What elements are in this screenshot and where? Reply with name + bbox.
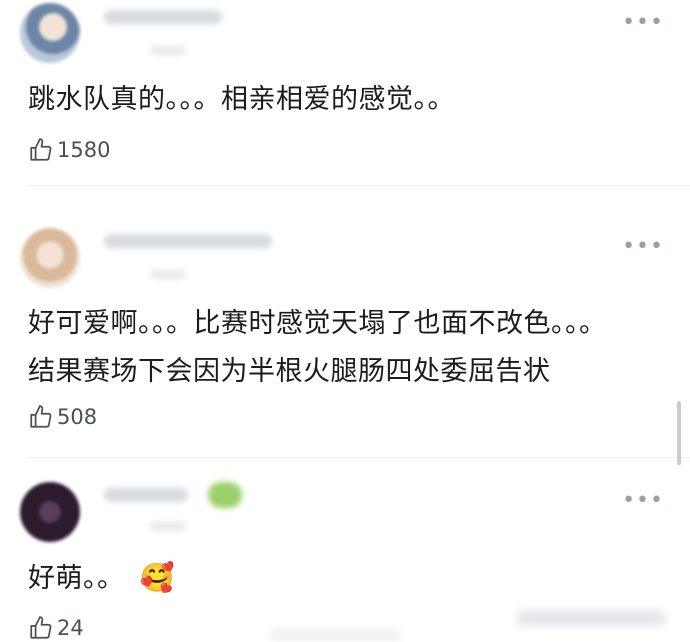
- footer-blur: [270, 630, 400, 640]
- avatar[interactable]: [20, 228, 80, 288]
- username[interactable]: [104, 488, 188, 502]
- smiling-hearts-emoji: 🥰: [139, 561, 175, 594]
- comment-line: 结果赛场下会因为半根火腿肠四处委屈告状: [28, 356, 551, 387]
- comment-text: 好可爱啊。。。比赛时感觉天塌了也面不改色。。。 结果赛场下会因为半根火腿肠四处委…: [28, 302, 607, 394]
- like-button[interactable]: 1580: [28, 136, 110, 164]
- like-button[interactable]: 508: [28, 403, 97, 431]
- comment-text: 好萌。。 🥰: [28, 556, 175, 601]
- more-dots-icon[interactable]: •••: [622, 236, 664, 258]
- comment-line: 好萌。。: [28, 563, 125, 594]
- comment-line: 好可爱啊。。。比赛时感觉天塌了也面不改色。。。: [28, 308, 607, 339]
- user-badge: [208, 482, 242, 508]
- post-meta: [150, 522, 186, 531]
- comment-1: ••• 跳水队真的。。。相亲相爱的感觉。。 1580: [0, 0, 690, 186]
- username[interactable]: [104, 234, 272, 248]
- username[interactable]: [104, 10, 222, 24]
- comment-text: 跳水队真的。。。相亲相爱的感觉。。: [28, 78, 455, 122]
- like-count: 24: [57, 616, 84, 640]
- scrollbar[interactable]: [677, 401, 681, 465]
- avatar[interactable]: [20, 482, 80, 542]
- comment-line: 跳水队真的。。。相亲相爱的感觉。。: [28, 84, 455, 115]
- like-button[interactable]: 24: [28, 614, 84, 642]
- post-meta: [150, 270, 186, 279]
- more-dots-icon[interactable]: •••: [622, 12, 664, 34]
- more-dots-icon[interactable]: •••: [622, 490, 664, 512]
- like-count: 508: [57, 405, 98, 429]
- thumbs-up-icon: [30, 616, 52, 639]
- post-meta: [150, 46, 186, 55]
- watermark: [516, 610, 666, 626]
- thumbs-up-icon: [30, 405, 52, 428]
- comment-2: ••• 好可爱啊。。。比赛时感觉天塌了也面不改色。。。 结果赛场下会因为半根火腿…: [0, 186, 690, 458]
- avatar[interactable]: [20, 3, 80, 63]
- like-count: 1580: [57, 138, 111, 162]
- thumbs-up-icon: [30, 138, 52, 161]
